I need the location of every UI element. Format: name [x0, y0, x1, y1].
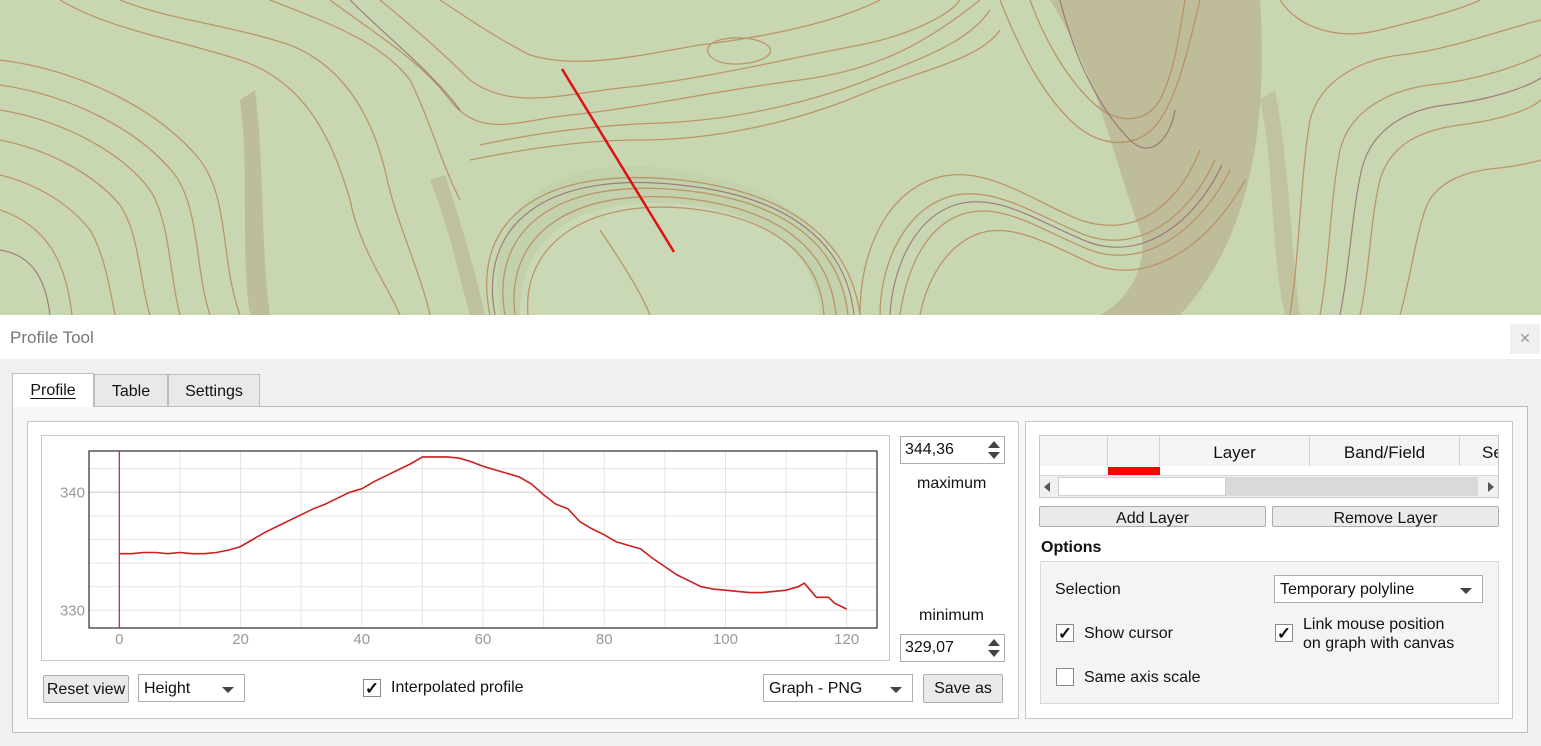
column-header-layer[interactable]: Layer [1160, 436, 1310, 466]
show-cursor-checkbox[interactable]: ✓ [1056, 624, 1074, 643]
max-spinbox[interactable]: 344,36 [900, 436, 1005, 464]
show-cursor-label: Show cursor [1084, 625, 1173, 642]
max-label: maximum [917, 475, 987, 492]
tab-profile[interactable]: Profile [12, 373, 94, 407]
tab-settings[interactable]: Settings [168, 374, 260, 406]
dock-title-bar: Profile Tool ✕ [0, 315, 1541, 359]
export-format-value: Graph - PNG [769, 680, 863, 697]
min-spinbox[interactable]: 329,07 [900, 634, 1005, 662]
selection-label: Selection [1055, 581, 1121, 598]
link-mouse-label-line1: Link mouse position [1303, 616, 1445, 633]
x-tick-label: 20 [232, 631, 249, 648]
layer-color-swatch[interactable] [1108, 467, 1160, 475]
scrollbar-thumb[interactable] [1226, 477, 1478, 496]
profile-chart[interactable]: 0 20 40 60 80 100 120 330 340 [42, 436, 889, 660]
min-value: 329,07 [905, 639, 954, 656]
close-icon[interactable]: ✕ [1510, 324, 1540, 354]
x-tick-label: 40 [353, 631, 370, 648]
tab-table[interactable]: Table [94, 374, 168, 406]
scroll-right-icon[interactable] [1488, 482, 1494, 492]
selection-combo[interactable]: Temporary polyline [1274, 575, 1483, 603]
plot-mode-combo[interactable]: Height [138, 674, 245, 702]
x-tick-label: 60 [475, 631, 492, 648]
window-title: Profile Tool [10, 328, 94, 347]
scroll-left-icon[interactable] [1044, 482, 1050, 492]
y-tick-label: 330 [60, 602, 85, 619]
chevron-down-icon [1460, 588, 1472, 594]
chevron-down-icon [890, 687, 902, 693]
column-header-color[interactable] [1108, 436, 1160, 466]
x-tick-label: 120 [834, 631, 859, 648]
export-format-combo[interactable]: Graph - PNG [763, 674, 913, 702]
link-mouse-checkbox[interactable]: ✓ [1275, 624, 1293, 643]
max-value: 344,36 [905, 441, 954, 458]
remove-layer-button[interactable]: Remove Layer [1272, 506, 1499, 527]
spin-up-icon[interactable] [988, 441, 1000, 448]
add-layer-button[interactable]: Add Layer [1039, 506, 1266, 527]
min-label: minimum [919, 607, 984, 624]
chevron-down-icon [222, 687, 234, 693]
reset-view-button[interactable]: Reset view [43, 675, 129, 703]
spin-up-icon[interactable] [988, 639, 1000, 646]
plot-mode-value: Height [144, 680, 191, 697]
x-tick-label: 100 [713, 631, 738, 648]
horizontal-scrollbar[interactable] [1040, 475, 1498, 497]
spin-down-icon[interactable] [988, 650, 1000, 657]
topographic-map [0, 0, 1541, 315]
spin-down-icon[interactable] [988, 452, 1000, 459]
x-tick-label: 0 [115, 631, 123, 648]
link-mouse-label-line2: on graph with canvas [1303, 635, 1455, 652]
profile-plot-frame: 0 20 40 60 80 100 120 330 340 [41, 435, 890, 661]
interpolated-label: Interpolated profile [391, 679, 524, 696]
interpolated-checkbox[interactable]: ✓ [363, 679, 381, 698]
y-tick-label: 340 [60, 484, 85, 501]
selection-value: Temporary polyline [1280, 581, 1415, 598]
layer-table[interactable]: Layer Band/Field Se [1039, 435, 1499, 498]
column-header-empty[interactable] [1040, 436, 1108, 466]
scrollbar-track[interactable] [1058, 477, 1226, 496]
options-title: Options [1041, 539, 1102, 556]
column-header-band[interactable]: Band/Field [1310, 436, 1460, 466]
same-axis-checkbox[interactable] [1056, 668, 1074, 686]
map-canvas[interactable] [0, 0, 1541, 315]
same-axis-label: Same axis scale [1084, 669, 1201, 686]
x-tick-label: 80 [596, 631, 613, 648]
column-header-selection[interactable]: Se [1460, 436, 1498, 466]
save-as-button[interactable]: Save as [923, 674, 1003, 703]
